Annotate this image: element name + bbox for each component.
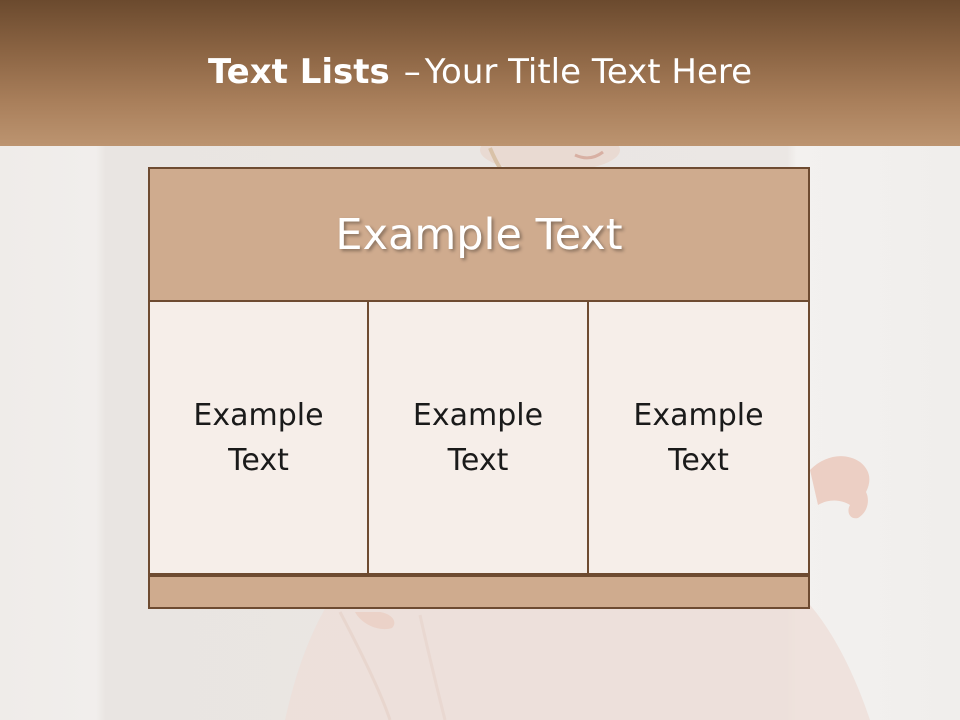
title-dash: – bbox=[403, 52, 421, 92]
column-2-label: Example Text bbox=[412, 397, 544, 478]
column-box-2: Example Text bbox=[367, 300, 589, 575]
column-1-label: Example Text bbox=[193, 397, 324, 478]
title-subtitle: Your Title Text Here bbox=[424, 52, 753, 92]
header-band: Text Lists – Your Title Text Here bbox=[0, 0, 960, 146]
top-box: Example Text bbox=[148, 167, 810, 302]
text-list-diagram: Example Text Example Text Example Text E… bbox=[148, 167, 810, 609]
title-bold: Text Lists bbox=[207, 52, 390, 92]
bottom-bar bbox=[148, 575, 810, 609]
column-box-3: Example Text bbox=[587, 300, 810, 575]
page-title: Text Lists – Your Title Text Here bbox=[0, 52, 960, 92]
top-box-label: Example Text bbox=[335, 209, 623, 260]
column-3-label: Example Text bbox=[633, 397, 764, 478]
column-box-1: Example Text bbox=[148, 300, 369, 575]
